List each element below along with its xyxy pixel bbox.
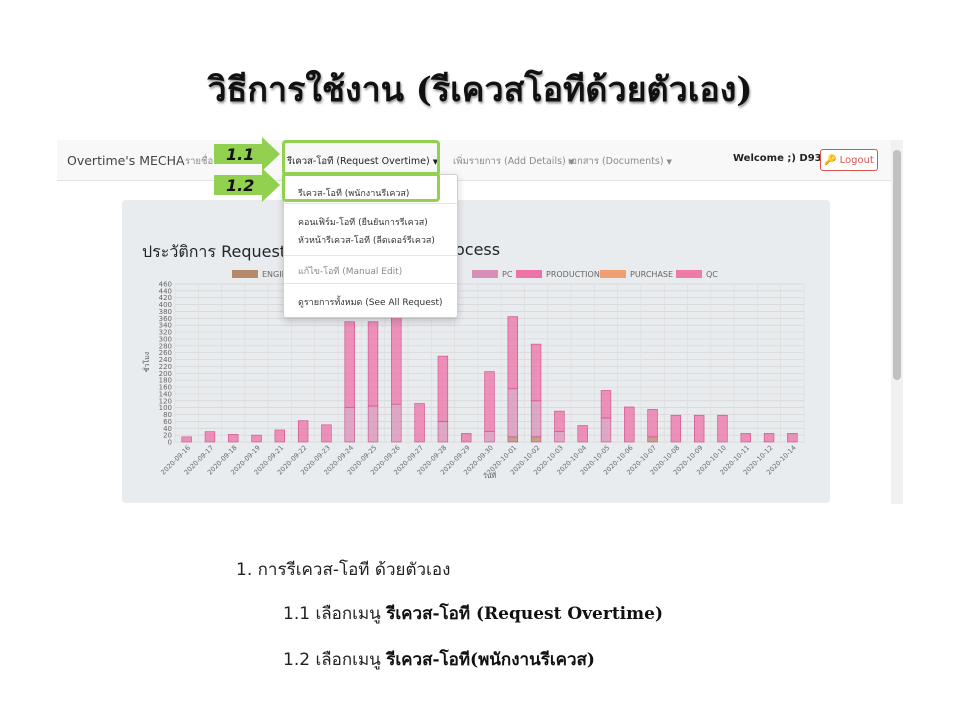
instruction-prefix: 1.2 เลือกเมนู xyxy=(283,650,381,670)
bar-segment xyxy=(624,406,635,443)
y-tick-label: 280 xyxy=(159,342,172,350)
bar-segment xyxy=(530,343,542,402)
y-tick-label: 220 xyxy=(159,363,172,371)
bar-segment xyxy=(367,321,379,407)
bar-segment xyxy=(344,407,355,443)
bar-segment xyxy=(484,371,495,432)
y-tick-label: 300 xyxy=(159,335,172,343)
callout-label: 1.1 xyxy=(226,145,255,164)
x-axis-label: วันที่ xyxy=(483,471,497,480)
bar-segment xyxy=(507,388,518,438)
bar-segment xyxy=(181,436,192,443)
y-tick-label: 260 xyxy=(159,349,172,357)
instruction-menu-name: รีเควส-โอที (Request Overtime) xyxy=(386,604,663,624)
highlight-box-request-menu xyxy=(282,140,440,176)
instruction-prefix: 1.1 เลือกเมนู xyxy=(283,604,381,624)
y-tick-label: 160 xyxy=(159,384,172,392)
y-tick-label: 80 xyxy=(163,411,172,419)
bar-segment xyxy=(274,429,286,443)
y-tick-label: 0 xyxy=(168,439,172,447)
bar-segment xyxy=(554,410,565,432)
y-tick-label: 200 xyxy=(159,370,172,378)
instruction-menu-name: รีเควส-โอที(พนักงานรีเควส) xyxy=(386,650,595,670)
dropdown-item-confirm-overtime[interactable]: คอนเฟิร์ม-โอที (ยืนยันการรีเควส) xyxy=(298,215,428,229)
bar-segment xyxy=(693,414,705,443)
bar-segment xyxy=(717,414,728,443)
bar-segment xyxy=(647,436,658,443)
y-tick-label: 120 xyxy=(159,397,172,405)
dropdown-item-manual-edit[interactable]: แก้ไข-โอที (Manual Edit) xyxy=(298,264,402,278)
bar-segment xyxy=(787,433,798,443)
bar-segment xyxy=(414,403,425,443)
bar-segment xyxy=(391,311,402,405)
bar-segment xyxy=(461,433,472,443)
y-axis-label: ชั่วโมง xyxy=(142,352,151,372)
bar-segment xyxy=(228,434,239,443)
dropdown-divider xyxy=(284,255,457,256)
bar-segment xyxy=(577,425,588,443)
y-tick-label: 360 xyxy=(159,315,172,323)
bar-segment xyxy=(391,403,402,443)
callout-label: 1.2 xyxy=(226,176,255,195)
instruction-step-1: 1. การรีเควส-โอที ด้วยตัวเอง xyxy=(236,560,451,580)
y-tick-label: 380 xyxy=(159,308,172,316)
callout-arrow-1-2: 1.2 xyxy=(214,168,280,202)
y-tick-label: 240 xyxy=(159,356,172,364)
bar-segment xyxy=(763,433,775,443)
instruction-step-1-2: 1.2 เลือกเมนู รีเควส-โอที(พนักงานรีเควส) xyxy=(283,646,595,673)
y-tick-label: 340 xyxy=(159,322,172,330)
y-tick-label: 60 xyxy=(163,418,172,426)
highlight-box-employee-request xyxy=(282,172,440,202)
y-tick-label: 20 xyxy=(163,432,172,440)
y-tick-label: 420 xyxy=(159,294,172,302)
y-tick-label: 100 xyxy=(159,404,172,412)
callout-arrow-1-1: 1.1 xyxy=(214,137,280,171)
bar-segment xyxy=(530,436,542,443)
y-tick-label: 440 xyxy=(159,287,172,295)
bar-segment xyxy=(484,431,495,443)
dropdown-item-see-all-request[interactable]: ดูรายการทั้งหมด (See All Request) xyxy=(298,295,443,309)
dropdown-divider xyxy=(284,203,457,204)
bar-segment xyxy=(600,390,612,419)
bar-segment xyxy=(507,436,518,443)
bar-segment xyxy=(647,409,658,438)
bar-segment xyxy=(554,431,565,443)
y-tick-label: 40 xyxy=(163,425,172,433)
scrollbar-thumb[interactable] xyxy=(893,150,901,380)
y-tick-label: 320 xyxy=(159,329,172,337)
bar-segment xyxy=(321,424,332,443)
dropdown-item-leader-request[interactable]: หัวหน้ารีเควส-โอที (ลีดเดอร์รีเควส) xyxy=(298,233,435,247)
y-tick-label: 180 xyxy=(159,377,172,385)
bar-segment xyxy=(530,400,542,438)
y-tick-label: 460 xyxy=(159,281,172,289)
dropdown-divider xyxy=(284,283,457,284)
bar-segment xyxy=(297,420,309,443)
bar-segment xyxy=(367,405,379,443)
bar-segment xyxy=(251,434,262,443)
bar-segment xyxy=(600,417,612,443)
bar-segment xyxy=(670,414,682,443)
bar-segment xyxy=(437,421,449,443)
y-tick-label: 140 xyxy=(159,390,172,398)
bar-segment xyxy=(344,321,355,408)
bar-segment xyxy=(507,316,518,390)
app-screenshot: Overtime's MECHA รายชื่อ รีเควส-โอที (Re… xyxy=(57,140,903,504)
slide-title: วิธีการใช้งาน (รีเควสโอทีด้วยตัวเอง) xyxy=(207,70,753,110)
bar-segment xyxy=(740,433,751,443)
y-tick-label: 400 xyxy=(159,301,172,309)
bar-segment xyxy=(204,431,216,443)
bar-segment xyxy=(437,355,449,422)
instruction-step-1-1: 1.1 เลือกเมนู รีเควส-โอที (Request Overt… xyxy=(283,600,663,627)
overtime-bar-chart: 0204060801001201401601802002202402602803… xyxy=(142,281,805,480)
